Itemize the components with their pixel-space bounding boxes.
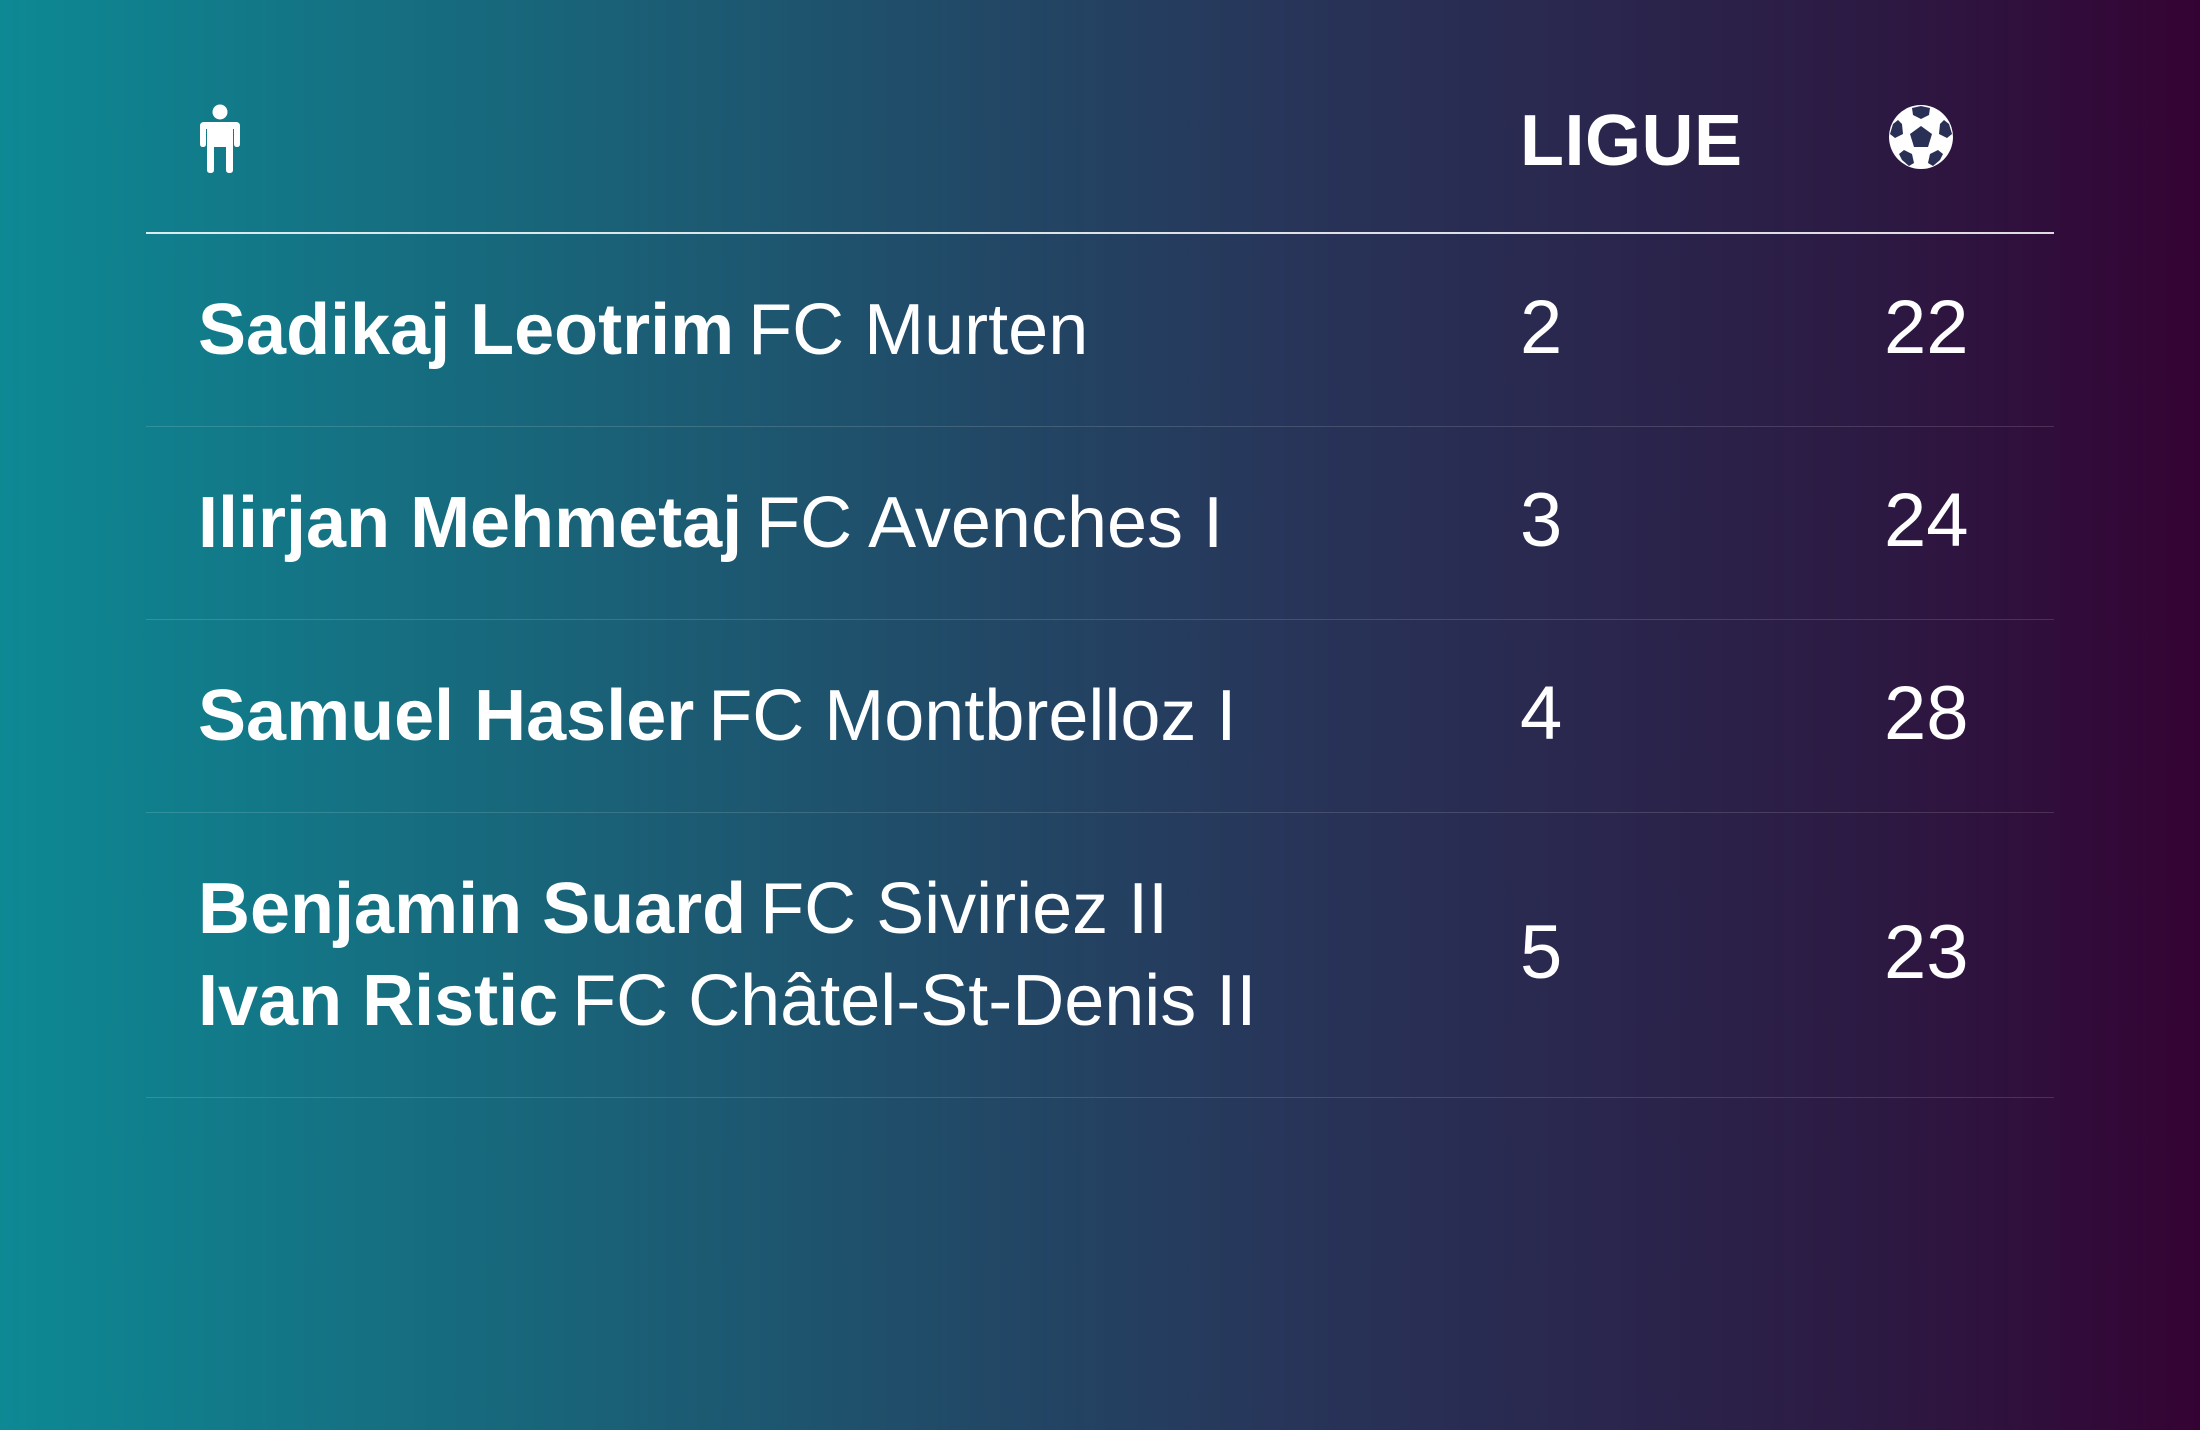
table-header: LIGUE xyxy=(146,56,2054,234)
player-entry: Ilirjan Mehmetaj FC Avenches I xyxy=(198,477,1223,569)
player-entry: Benjamin Suard FC Siviriez II xyxy=(198,863,1256,955)
goals-value: 22 xyxy=(1884,285,1969,370)
goals-value: 24 xyxy=(1884,478,1969,563)
player-cell: Benjamin Suard FC Siviriez II Ivan Ristic… xyxy=(198,863,1256,1047)
club-name: FC Murten xyxy=(748,290,1089,370)
club-name: FC Avenches I xyxy=(756,483,1224,563)
person-icon xyxy=(198,104,242,179)
club-name: FC Montbrelloz I xyxy=(708,676,1237,756)
scorers-table: LIGUE Sadikaj LeotrimFC Murten 2 22 Ili xyxy=(146,56,2054,1098)
soccer-ball-icon xyxy=(1886,102,2066,177)
player-name: Ilirjan Mehmetaj xyxy=(198,483,743,563)
player-cell: Sadikaj Leotrim FC Murten xyxy=(198,284,1088,376)
player-entry: Sadikaj Leotrim FC Murten xyxy=(198,284,1088,376)
player-cell: Samuel Hasler FC Montbrelloz I xyxy=(198,670,1236,762)
player-name: Ivan Ristic xyxy=(198,961,559,1041)
player-cell: Ilirjan Mehmetaj FC Avenches I xyxy=(198,477,1223,569)
league-value: 2 xyxy=(1520,285,1563,370)
league-value: 5 xyxy=(1520,910,1563,995)
player-name: Benjamin Suard xyxy=(198,869,747,949)
table-row: Ilirjan Mehmetaj FC Avenches I 3 24 xyxy=(146,427,2054,620)
table-row: Sadikaj Leotrim FC Murten 2 22 xyxy=(146,234,2054,427)
league-value: 4 xyxy=(1520,671,1563,756)
player-entry: Ivan Ristic FC Châtel-St-Denis II xyxy=(198,955,1256,1047)
league-header: LIGUE xyxy=(1520,101,1743,181)
table-row: Samuel Hasler FC Montbrelloz I 4 28 xyxy=(146,620,2054,813)
player-entry: Samuel Hasler FC Montbrelloz I xyxy=(198,670,1236,762)
table-row: Benjamin Suard FC Siviriez II Ivan Ristic… xyxy=(146,813,2054,1098)
goals-value: 23 xyxy=(1884,910,1969,995)
club-name: FC Siviriez II xyxy=(760,869,1169,949)
club-name: FC Châtel-St-Denis II xyxy=(572,961,1257,1041)
player-name: Samuel Hasler xyxy=(198,676,695,756)
league-value: 3 xyxy=(1520,478,1563,563)
player-name: Sadikaj Leotrim xyxy=(198,290,735,370)
goals-value: 28 xyxy=(1884,671,1969,756)
